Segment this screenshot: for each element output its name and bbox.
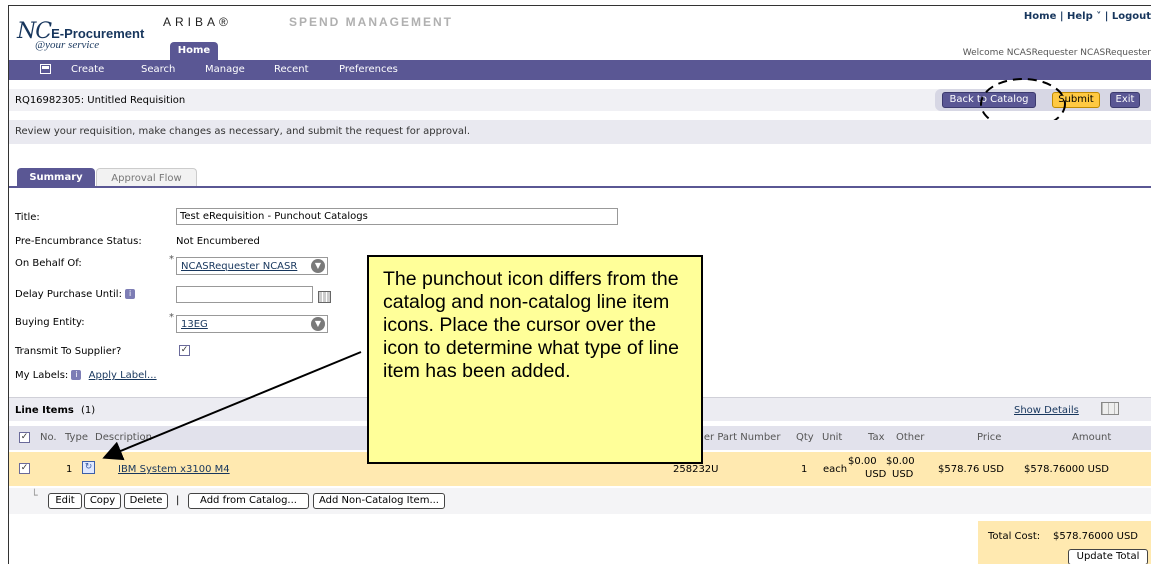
col-price: Price xyxy=(977,432,1002,443)
chevron-down-icon[interactable]: ▼ xyxy=(311,259,325,273)
select-all-checkbox[interactable]: ✓ xyxy=(19,432,30,443)
row-checkbox[interactable]: ✓ xyxy=(19,463,30,474)
welcome-message: Welcome NCASRequester NCASRequester xyxy=(962,48,1151,58)
row-number: 1 xyxy=(66,464,73,475)
nav-manage[interactable]: Manage xyxy=(205,64,245,75)
transmit-to-supplier-checkbox[interactable]: ✓ xyxy=(179,345,190,356)
apply-label-link[interactable]: Apply Label... xyxy=(89,370,157,381)
col-amount: Amount xyxy=(1072,432,1112,443)
add-from-catalog-button[interactable]: Add from Catalog... xyxy=(188,493,309,509)
line-items-count: (1) xyxy=(81,405,96,416)
punchout-item-icon[interactable]: ↻ xyxy=(82,461,95,474)
other-currency: USD xyxy=(892,469,914,480)
table-options-icon[interactable] xyxy=(1101,402,1119,415)
separator: | xyxy=(176,495,180,506)
logout-link[interactable]: Logout xyxy=(1112,11,1151,22)
my-labels-text: My Labels: xyxy=(15,370,69,381)
on-behalf-of-label: On Behalf Of: xyxy=(15,258,82,269)
buying-entity-label: Buying Entity: xyxy=(15,317,85,328)
col-supplier-part-number: plier Part Number xyxy=(692,432,781,443)
buying-entity-chooser[interactable]: 13EG ▼ xyxy=(176,315,328,333)
exit-button[interactable]: Exit xyxy=(1110,92,1140,108)
col-type: Type xyxy=(65,432,88,443)
on-behalf-of-value: NCASRequester NCASR xyxy=(181,261,298,272)
help-link[interactable]: Help ˅ xyxy=(1067,11,1101,22)
qty-value: 1 xyxy=(801,464,808,475)
copy-button[interactable]: Copy xyxy=(84,493,121,509)
requisition-title: RQ16982305: Untitled Requisition xyxy=(15,95,186,106)
title-input[interactable]: Test eRequisition - Punchout Catalogs xyxy=(176,208,618,225)
home-link[interactable]: Home xyxy=(1024,11,1056,22)
total-cost-box: Total Cost: $578.76000 USD Update Total xyxy=(978,521,1151,564)
title-input-value: Test eRequisition - Punchout Catalogs xyxy=(180,211,368,222)
line-items-title: Line Items xyxy=(15,405,74,416)
my-labels-label: My Labels: i Apply Label... xyxy=(15,370,157,381)
total-cost-label: Total Cost: xyxy=(988,531,1041,542)
required-marker: * xyxy=(169,254,174,265)
top-links: Home | Help ˅ | Logout xyxy=(1023,11,1151,22)
item-description-link[interactable]: IBM System x3100 M4 xyxy=(118,464,230,475)
logo-tagline: @your service xyxy=(35,39,100,51)
nav-create[interactable]: Create xyxy=(71,64,104,75)
delay-purchase-label: Delay Purchase Until: i xyxy=(15,289,136,300)
unit-value: each xyxy=(823,464,848,475)
info-icon[interactable]: i xyxy=(125,289,136,299)
tab-underline xyxy=(9,186,1151,188)
tab-summary[interactable]: Summary xyxy=(17,168,95,187)
delay-purchase-date-input[interactable] xyxy=(176,286,313,303)
review-message-bar: Review your requisition, make changes as… xyxy=(9,120,1151,144)
col-tax: Tax xyxy=(868,432,885,443)
show-details-link[interactable]: Show Details xyxy=(1014,405,1079,416)
pre-encumbrance-status-label: Pre-Encumbrance Status: xyxy=(15,236,142,247)
line-item-actions: └ Edit Copy Delete | Add from Catalog...… xyxy=(9,488,1151,514)
on-behalf-of-chooser[interactable]: NCASRequester NCASR ▼ xyxy=(176,257,328,275)
other-value: $0.00 xyxy=(886,456,915,467)
col-qty: Qty xyxy=(796,432,814,443)
supplier-part-number: 258232U xyxy=(673,464,719,475)
command-bar-icon[interactable] xyxy=(40,64,51,74)
nav-preferences[interactable]: Preferences xyxy=(339,64,398,75)
transmit-to-supplier-label: Transmit To Supplier? xyxy=(15,346,122,357)
update-total-button[interactable]: Update Total xyxy=(1068,549,1148,564)
spend-management-label: SPEND MANAGEMENT xyxy=(289,15,454,29)
info-icon[interactable]: i xyxy=(71,370,82,380)
nav-search[interactable]: Search xyxy=(141,64,175,75)
price-value: $578.76 USD xyxy=(938,464,1004,475)
ariba-logo: ARIBA® xyxy=(163,15,232,29)
tax-currency: USD xyxy=(865,469,887,480)
delay-purchase-label-text: Delay Purchase Until: xyxy=(15,289,122,300)
amount-value: $578.76000 USD xyxy=(1024,464,1109,475)
tree-connector: └ xyxy=(31,489,38,502)
add-non-catalog-item-button[interactable]: Add Non-Catalog Item... xyxy=(313,493,445,509)
col-description: Description xyxy=(95,432,152,443)
required-marker: * xyxy=(169,312,174,323)
calendar-icon[interactable] xyxy=(318,291,331,303)
pre-encumbrance-status-value: Not Encumbered xyxy=(176,236,260,247)
col-no: No. xyxy=(40,432,57,443)
review-message: Review your requisition, make changes as… xyxy=(15,126,470,137)
tab-approval-flow[interactable]: Approval Flow xyxy=(96,168,197,187)
nav-recent[interactable]: Recent xyxy=(274,64,309,75)
buying-entity-value: 13EG xyxy=(181,319,208,330)
app-frame: NCE-Procurement @your service ARIBA® SPE… xyxy=(8,5,1151,564)
col-other: Other xyxy=(896,432,925,443)
chevron-down-icon[interactable]: ▼ xyxy=(311,317,325,331)
nc-eprocurement-logo[interactable]: NCE-Procurement @your service xyxy=(17,19,144,51)
title-label: Title: xyxy=(15,212,40,223)
delete-button[interactable]: Delete xyxy=(124,493,168,509)
total-cost-value: $578.76000 USD xyxy=(1053,531,1138,542)
edit-button[interactable]: Edit xyxy=(48,493,82,509)
tax-value: $0.00 xyxy=(848,456,877,467)
home-tab[interactable]: Home xyxy=(170,42,218,60)
col-unit: Unit xyxy=(822,432,843,443)
annotation-callout: The punchout icon differs from the catal… xyxy=(367,255,703,464)
